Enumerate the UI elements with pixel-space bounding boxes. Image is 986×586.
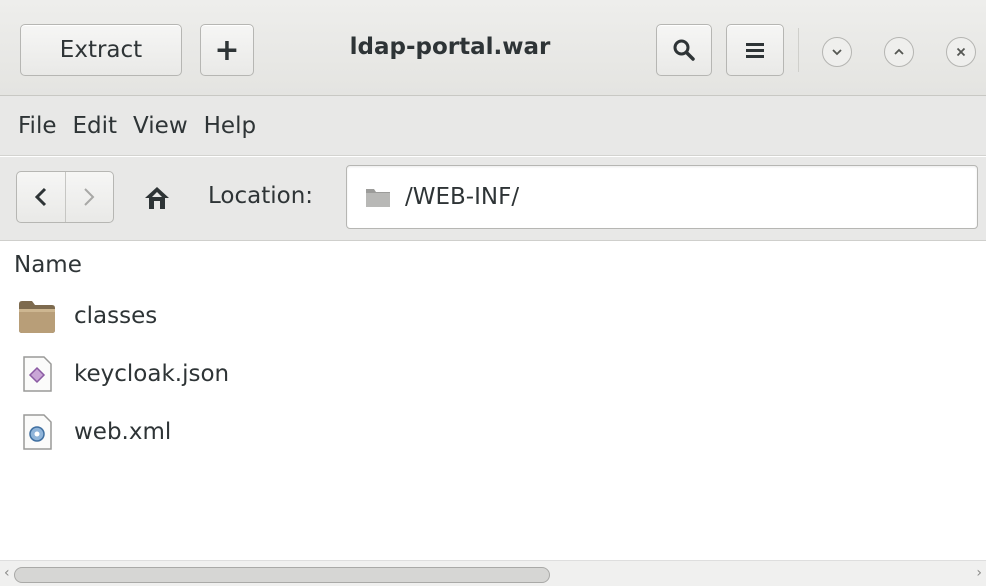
menu-edit[interactable]: Edit xyxy=(73,113,118,139)
horizontal-scrollbar[interactable]: ‹ › xyxy=(0,560,986,586)
json-file-icon xyxy=(23,356,52,392)
folder-icon xyxy=(366,189,390,207)
menu-help[interactable]: Help xyxy=(204,113,256,139)
location-label: Location: xyxy=(208,183,314,209)
window-title: ldap-portal.war xyxy=(349,34,551,60)
column-header-name[interactable]: Name xyxy=(14,252,82,278)
search-button[interactable] xyxy=(656,24,712,76)
forward-button[interactable] xyxy=(64,172,114,222)
close-icon xyxy=(956,47,966,57)
menu-view[interactable]: View xyxy=(133,113,188,139)
home-button[interactable] xyxy=(140,181,174,215)
file-name: classes xyxy=(74,303,158,329)
search-icon xyxy=(673,39,695,61)
chevron-up-icon xyxy=(894,48,904,55)
header-separator xyxy=(798,28,799,72)
location-bar: Location: /WEB-INF/ xyxy=(0,157,986,241)
menu-bar: File Edit View Help xyxy=(0,96,986,156)
menu-button[interactable] xyxy=(726,24,784,76)
chevron-left-icon xyxy=(34,187,46,207)
header-bar: Extract + ldap-portal.war xyxy=(0,0,986,96)
scrollbar-thumb[interactable] xyxy=(14,567,550,583)
scroll-left-arrow-icon[interactable]: ‹ xyxy=(4,565,10,581)
home-icon xyxy=(145,187,169,209)
minimize-button[interactable] xyxy=(822,37,852,67)
navigation-buttons xyxy=(16,171,114,223)
add-files-button[interactable]: + xyxy=(200,24,254,76)
extract-button[interactable]: Extract xyxy=(20,24,182,76)
folder-icon xyxy=(19,301,55,333)
chevron-down-icon xyxy=(832,49,842,56)
close-button[interactable] xyxy=(946,37,976,67)
back-button[interactable] xyxy=(17,172,65,222)
file-row-keycloak-json[interactable]: keycloak.json xyxy=(0,346,986,402)
maximize-button[interactable] xyxy=(884,37,914,67)
menu-file[interactable]: File xyxy=(18,113,57,139)
location-path: /WEB-INF/ xyxy=(405,184,520,210)
xml-file-icon xyxy=(23,414,52,450)
file-name: web.xml xyxy=(74,419,172,445)
scroll-right-arrow-icon[interactable]: › xyxy=(976,565,982,581)
chevron-right-icon xyxy=(84,188,95,206)
file-row-classes[interactable]: classes xyxy=(0,288,986,344)
file-name: keycloak.json xyxy=(74,361,230,387)
file-list: Name classes keycloak.json web.xml xyxy=(0,242,986,560)
file-row-web-xml[interactable]: web.xml xyxy=(0,404,986,460)
hamburger-menu-icon xyxy=(746,43,764,58)
location-field[interactable]: /WEB-INF/ xyxy=(346,165,978,229)
